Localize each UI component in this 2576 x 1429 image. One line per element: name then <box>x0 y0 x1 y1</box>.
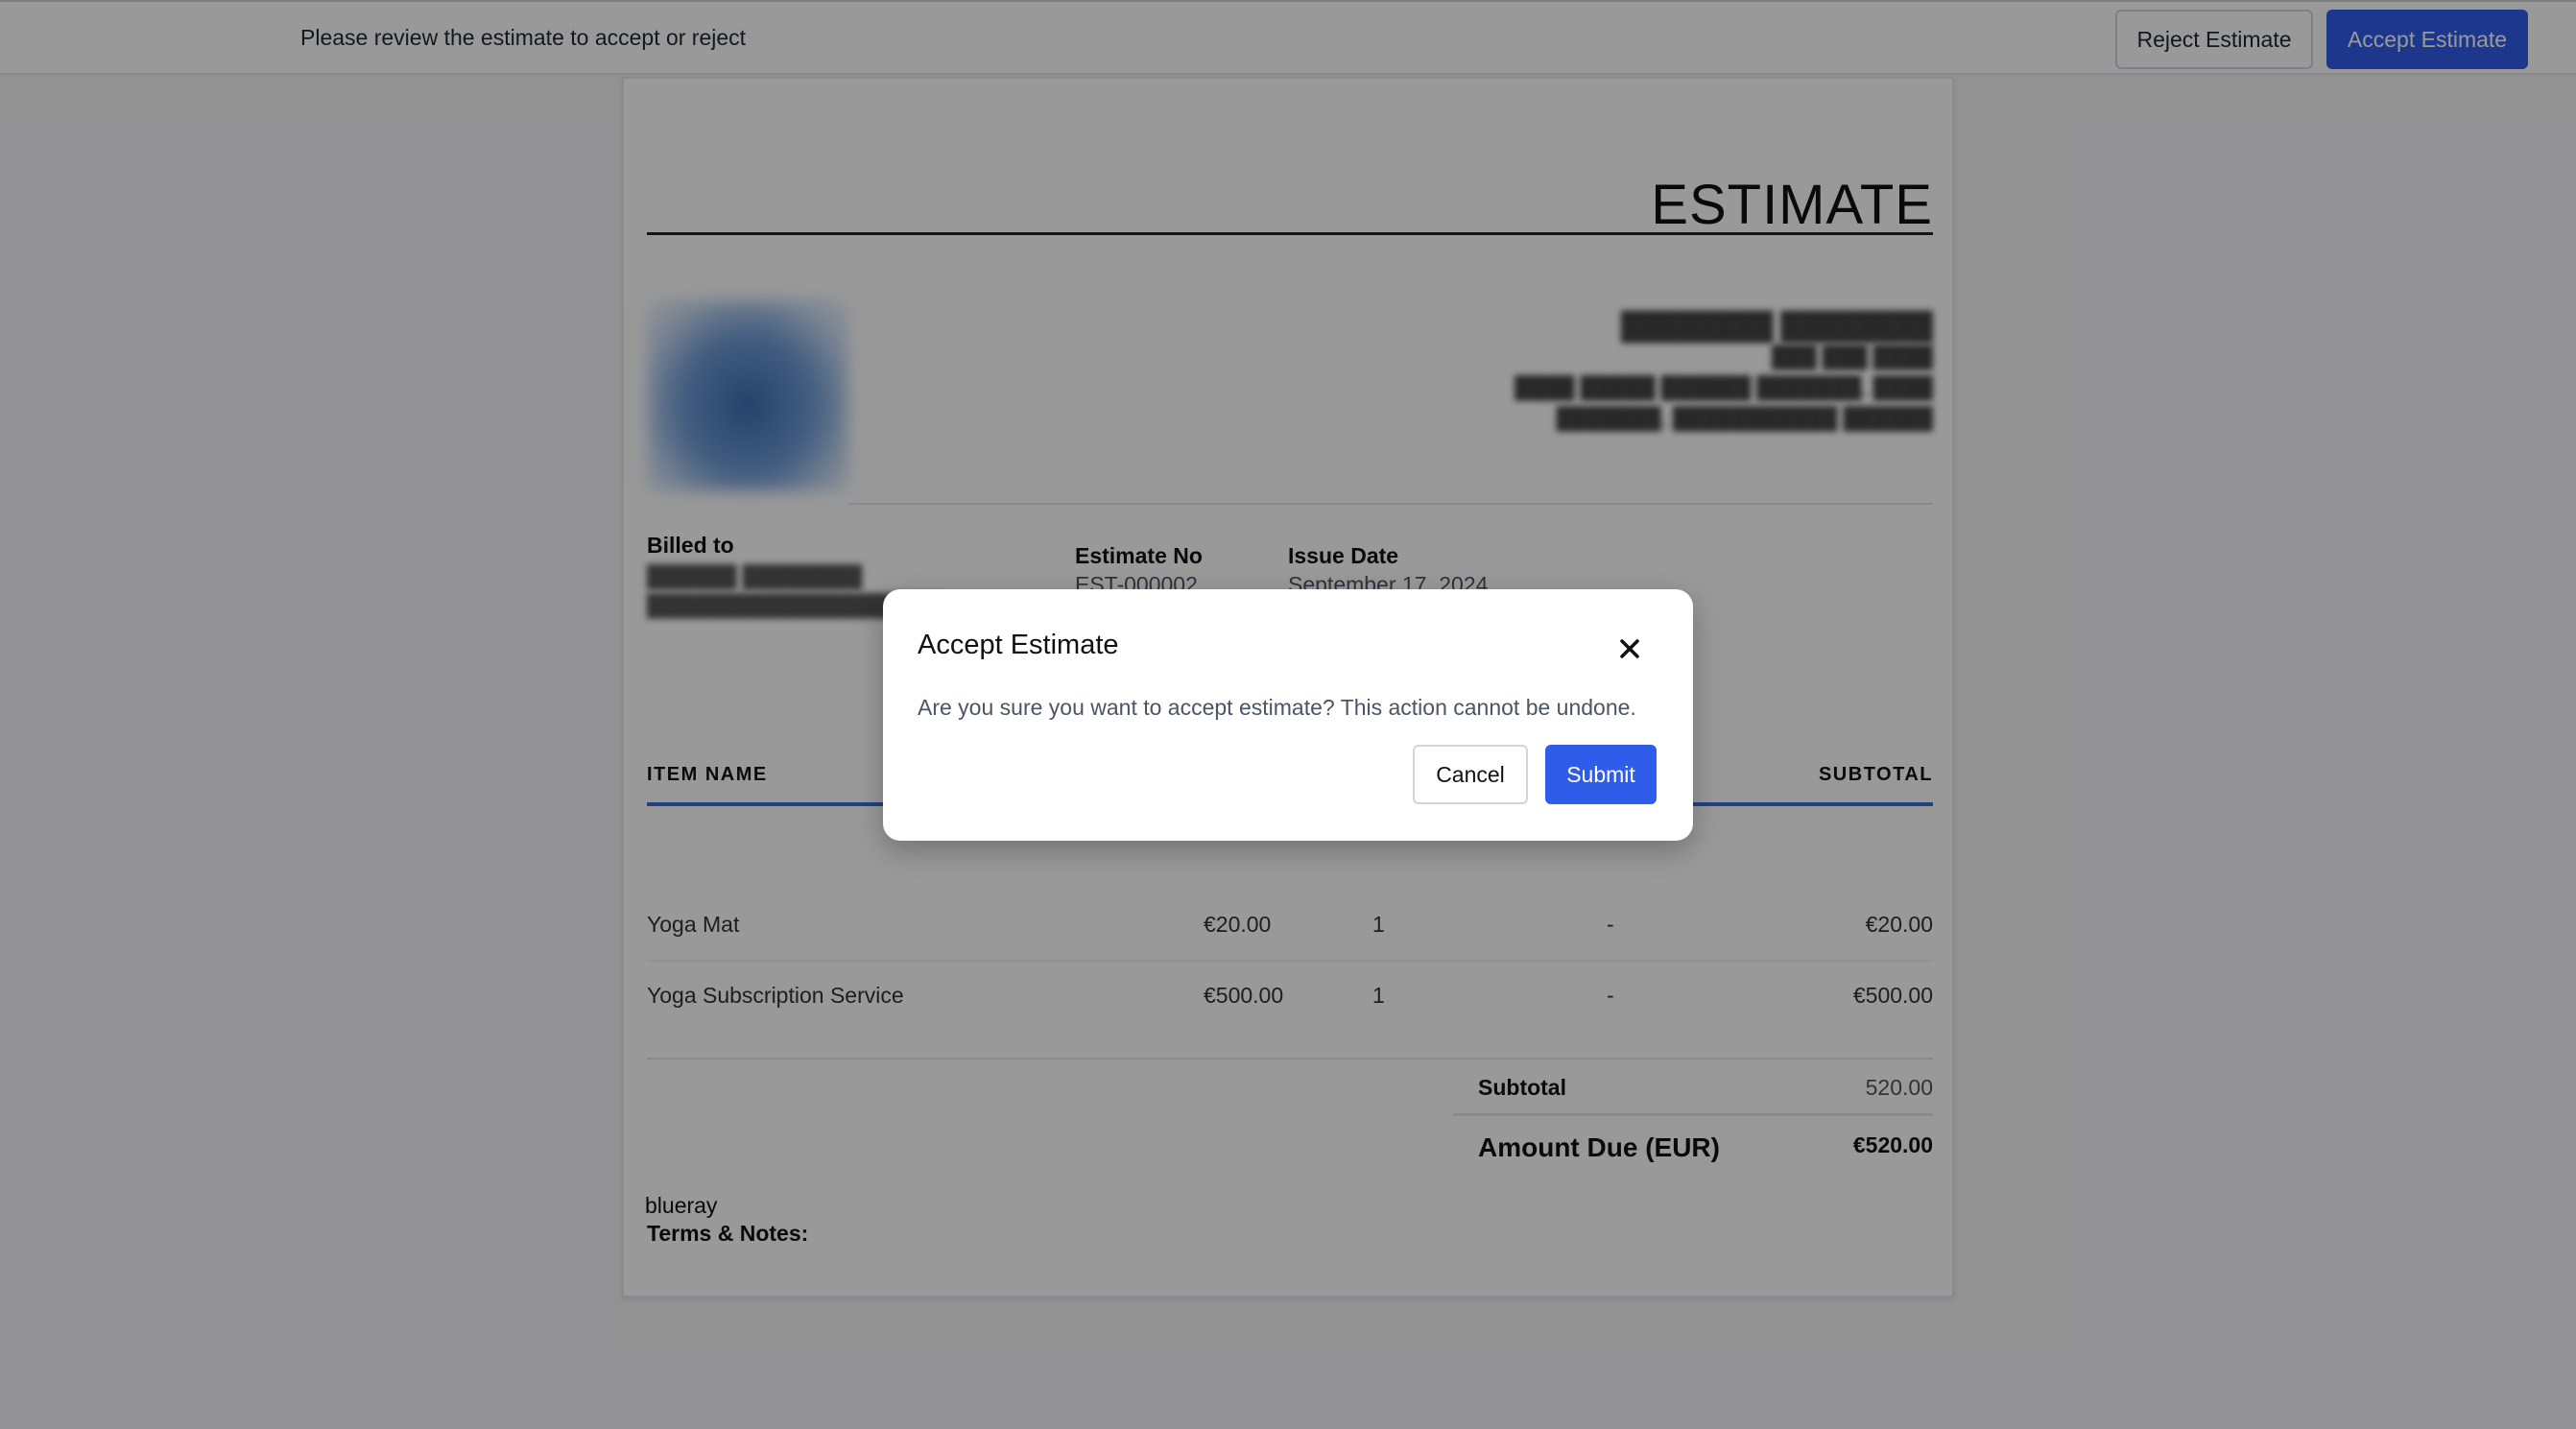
accept-estimate-dialog: Accept Estimate Are you sure you want to… <box>883 589 1693 841</box>
close-button[interactable] <box>1610 630 1649 668</box>
dialog-message: Are you sure you want to accept estimate… <box>918 695 1636 720</box>
cancel-button[interactable]: Cancel <box>1413 745 1528 804</box>
submit-button[interactable]: Submit <box>1545 745 1657 804</box>
close-icon <box>1620 639 1639 658</box>
dialog-title: Accept Estimate <box>918 630 1119 660</box>
